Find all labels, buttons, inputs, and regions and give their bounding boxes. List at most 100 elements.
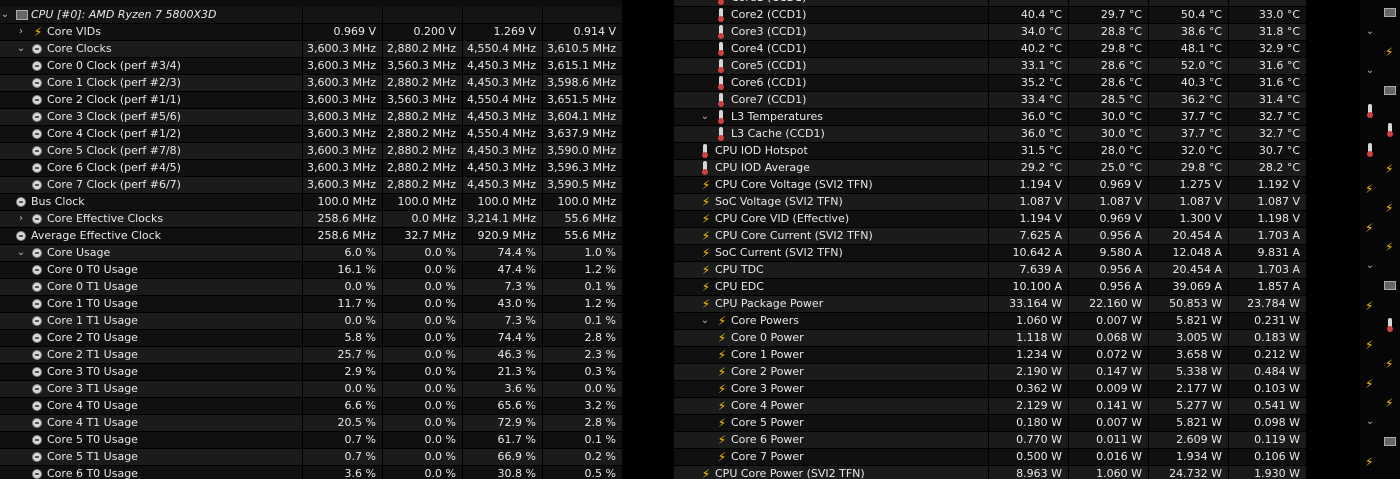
maximum-value: 5.821 W: [1148, 415, 1228, 431]
current-value: 16.1 %: [302, 262, 382, 278]
clock-icon: [32, 299, 42, 309]
sensor-label: Core VIDs: [47, 25, 101, 38]
sensor-row[interactable]: Core3 (CCD1) 34.0 °C 28.8 °C 38.6 °C 31.8 °C: [674, 24, 1306, 41]
sensor-row[interactable]: ⚡ Core 3 Power 0.362 W 0.009 W 2.177 W 0.103 …: [674, 381, 1306, 398]
sensor-label: SoC Voltage (SVI2 TFN): [715, 195, 843, 208]
chevron-right-icon[interactable]: ›: [16, 26, 26, 38]
bolt-icon: ⚡: [701, 297, 711, 311]
sensor-row[interactable]: ⚡ CPU Core Voltage (SVI2 TFN) 1.194 V 0.969…: [674, 177, 1306, 194]
average-value: 0.1 %: [542, 432, 622, 448]
sensor-row[interactable]: Core 3 T1 Usage 0.0 % 0.0 % 3.6 % 0.0 %: [0, 381, 622, 398]
clock-icon: [32, 44, 42, 54]
current-value: 3,600.3 MHz: [302, 143, 382, 159]
maximum-value: 21.3 %: [462, 364, 542, 380]
average-value: 0.2 %: [542, 449, 622, 465]
chevron-right-icon[interactable]: ›: [16, 213, 26, 225]
minimum-value: 2,880.2 MHz: [382, 41, 462, 57]
sensor-row[interactable]: Core1 (CCD1): [674, 0, 1306, 7]
sensor-row[interactable]: Core 6 Clock (perf #4/5) 3,600.3 MHz 2,880…: [0, 160, 622, 177]
sensor-row[interactable]: CPU IOD Average 29.2 °C 25.0 °C 29.8 °C 28.2…: [674, 160, 1306, 177]
sensor-row[interactable]: Average Effective Clock 258.6 MHz 32.7 MHz…: [0, 228, 622, 245]
sensor-row[interactable]: ⚡ SoC Current (SVI2 TFN) 10.642 A 9.580 A 12…: [674, 245, 1306, 262]
minimum-value: 1.087 V: [1068, 194, 1148, 210]
sensor-row[interactable]: ⚡ Core 1 Power 1.234 W 0.072 W 3.658 W 0.212 …: [674, 347, 1306, 364]
current-value: 100.0 MHz: [302, 194, 382, 210]
sensor-label: CPU IOD Average: [715, 161, 810, 174]
sensor-row[interactable]: Core 4 T1 Usage 20.5 % 0.0 % 72.9 % 2.8 %: [0, 415, 622, 432]
sensor-row[interactable]: Core 3 T0 Usage 2.9 % 0.0 % 21.3 % 0.3 %: [0, 364, 622, 381]
sensor-label: Core 3 Power: [731, 382, 804, 395]
sensor-row[interactable]: › Core Effective Clocks 258.6 MHz 0.0 MHz 3,…: [0, 211, 622, 228]
chevron-down-icon[interactable]: ⌄: [1365, 416, 1375, 428]
sensor-row[interactable]: ⚡ CPU Package Power 33.164 W 22.160 W 50.853…: [674, 296, 1306, 313]
average-value: 1.198 V: [1228, 211, 1306, 227]
chevron-down-icon[interactable]: ⌄: [700, 315, 710, 327]
minimum-value: 2,880.2 MHz: [382, 160, 462, 176]
current-value: 2.129 W: [988, 398, 1068, 414]
sensor-row[interactable]: Core 5 Clock (perf #7/8) 3,600.3 MHz 2,880…: [0, 143, 622, 160]
sensor-row[interactable]: L3 Cache (CCD1) 36.0 °C 30.0 °C 37.7 °C 32.7…: [674, 126, 1306, 143]
sensor-row[interactable]: Core2 (CCD1) 40.4 °C 29.7 °C 50.4 °C 33.0 °C: [674, 7, 1306, 24]
sensor-row[interactable]: Core 7 Clock (perf #6/7) 3,600.3 MHz 2,880…: [0, 177, 622, 194]
chevron-down-icon[interactable]: ⌄: [16, 43, 26, 55]
sensor-row[interactable]: Core 0 T0 Usage 16.1 % 0.0 % 47.4 % 1.2 %: [0, 262, 622, 279]
sensor-row[interactable]: ⚡ CPU Core Power (SVI2 TFN) 8.963 W 1.060 W…: [674, 466, 1306, 479]
sensor-row[interactable]: ⚡ CPU EDC 10.100 A 0.956 A 39.069 A 1.857 A: [674, 279, 1306, 296]
maximum-value: 4,550.4 MHz: [462, 126, 542, 142]
bolt-icon: ⚡: [1385, 45, 1394, 59]
current-value: 0.0 %: [302, 313, 382, 329]
sensor-row[interactable]: ⌄ Core Clocks 3,600.3 MHz 2,880.2 MHz 4,550.…: [0, 41, 622, 58]
sensor-row[interactable]: Core 5 T0 Usage 0.7 % 0.0 % 61.7 % 0.1 %: [0, 432, 622, 449]
sensor-row[interactable]: Core 0 Clock (perf #3/4) 3,600.3 MHz 3,560…: [0, 58, 622, 75]
minimum-value: 2,880.2 MHz: [382, 75, 462, 91]
sensor-row[interactable]: ⚡ CPU Core Current (SVI2 TFN) 7.625 A 0.956…: [674, 228, 1306, 245]
sensor-row[interactable]: Core 2 Clock (perf #1/1) 3,600.3 MHz 3,560…: [0, 92, 622, 109]
sensor-row[interactable]: Core 6 T0 Usage 3.6 % 0.0 % 30.8 % 0.5 %: [0, 466, 622, 479]
sensor-row[interactable]: ⚡ Core 6 Power 0.770 W 0.011 W 2.609 W 0.119 …: [674, 432, 1306, 449]
sensor-row[interactable]: ⌄ Core Usage 6.0 % 0.0 % 74.4 % 1.0 %: [0, 245, 622, 262]
sensor-row[interactable]: ⌄ CPU [#0]: AMD Ryzen 7 5800X3D: [0, 7, 622, 24]
sensor-row[interactable]: ⌄ L3 Temperatures 36.0 °C 30.0 °C 37.7 °C 32.…: [674, 109, 1306, 126]
maximum-value: [462, 7, 542, 23]
sensor-row[interactable]: ⌄ ⚡ Core Powers 1.060 W 0.007 W 5.821 W 0.231 …: [674, 313, 1306, 330]
sensor-row[interactable]: Core 4 Clock (perf #1/2) 3,600.3 MHz 2,880…: [0, 126, 622, 143]
sensor-row[interactable]: ⚡ CPU Core VID (Effective) 1.194 V 0.969 V1…: [674, 211, 1306, 228]
sensor-row[interactable]: ⚡ Core 4 Power 2.129 W 0.141 W 5.277 W 0.541 …: [674, 398, 1306, 415]
chevron-down-icon[interactable]: ⌄: [1365, 260, 1375, 272]
sensor-row[interactable]: ⚡ Core 5 Power 0.180 W 0.007 W 5.821 W 0.098 …: [674, 415, 1306, 432]
sensor-row[interactable]: Core5 (CCD1) 33.1 °C 28.6 °C 52.0 °C 31.6 °C: [674, 58, 1306, 75]
chevron-down-icon[interactable]: ⌄: [16, 247, 26, 259]
sensor-row[interactable]: Core 4 T0 Usage 6.6 % 0.0 % 65.6 % 3.2 %: [0, 398, 622, 415]
sensor-row[interactable]: Core 1 T1 Usage 0.0 % 0.0 % 7.3 % 0.1 %: [0, 313, 622, 330]
chevron-down-icon[interactable]: ⌄: [1365, 65, 1375, 77]
chevron-down-icon[interactable]: ⌄: [0, 9, 10, 21]
sensor-row[interactable]: › ⚡ Core VIDs 0.969 V 0.200 V 1.269 V 0.914 V: [0, 24, 622, 41]
chevron-down-icon[interactable]: ⌄: [1365, 26, 1375, 38]
sensor-row[interactable]: Core7 (CCD1) 33.4 °C 28.5 °C 36.2 °C 31.4 °C: [674, 92, 1306, 109]
sensor-row[interactable]: Core 0 T1 Usage 0.0 % 0.0 % 7.3 % 0.1 %: [0, 279, 622, 296]
sensor-row[interactable]: ⚡ CPU TDC 7.639 A 0.956 A 20.454 A 1.703 A: [674, 262, 1306, 279]
bolt-icon: ⚡: [1365, 376, 1374, 391]
sensor-row[interactable]: Core4 (CCD1) 40.2 °C 29.8 °C 48.1 °C 32.9 °C: [674, 41, 1306, 58]
sensor-row[interactable]: CPU IOD Hotspot 31.5 °C 28.0 °C 32.0 °C 30.7…: [674, 143, 1306, 160]
sensor-row[interactable]: ⚡ Core 0 Power 1.118 W 0.068 W 3.005 W 0.183 …: [674, 330, 1306, 347]
sensor-row[interactable]: ⚡ Core 2 Power 2.190 W 0.147 W 5.338 W 0.484 …: [674, 364, 1306, 381]
sensor-row[interactable]: ⚡ Core 7 Power 0.500 W 0.016 W 1.934 W 0.106 …: [674, 449, 1306, 466]
sensor-row[interactable]: Core 1 T0 Usage 11.7 % 0.0 % 43.0 % 1.2 %: [0, 296, 622, 313]
sensor-row[interactable]: Core 2 T1 Usage 25.7 % 0.0 % 46.3 % 2.3 %: [0, 347, 622, 364]
sensor-row[interactable]: Bus Clock 100.0 MHz 100.0 MHz 100.0 MHz 100.…: [0, 194, 622, 211]
average-value: 3,610.5 MHz: [542, 41, 622, 57]
sensor-row[interactable]: Core 5 T1 Usage 0.7 % 0.0 % 66.9 % 0.2 %: [0, 449, 622, 466]
minimum-value: 25.0 °C: [1068, 160, 1148, 176]
sensor-row[interactable]: Core 2 T0 Usage 5.8 % 0.0 % 74.4 % 2.8 %: [0, 330, 622, 347]
sensor-row[interactable]: Core 1 Clock (perf #2/3) 3,600.3 MHz 2,880…: [0, 75, 622, 92]
sensor-label: Core2 (CCD1): [731, 8, 807, 21]
bolt-icon: ⚡: [701, 178, 711, 192]
sensor-row[interactable]: ⚡ SoC Voltage (SVI2 TFN) 1.087 V 1.087 V 1.0…: [674, 194, 1306, 211]
chevron-down-icon[interactable]: ⌄: [700, 111, 710, 123]
maximum-value: 61.7 %: [462, 432, 542, 448]
minimum-value: 32.7 MHz: [382, 228, 462, 244]
sensor-row[interactable]: Core 3 Clock (perf #5/6) 3,600.3 MHz 2,880…: [0, 109, 622, 126]
bolt-icon: ⚡: [717, 365, 727, 379]
sensor-row[interactable]: Core6 (CCD1) 35.2 °C 28.6 °C 40.3 °C 31.6 °C: [674, 75, 1306, 92]
